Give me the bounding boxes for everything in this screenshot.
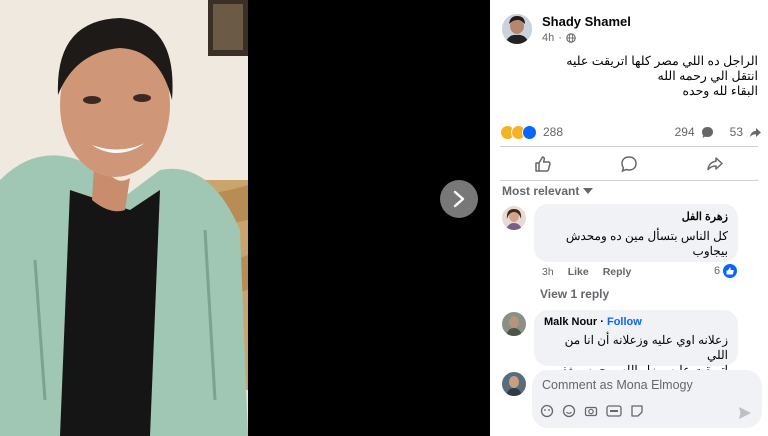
comment-bubble: Malk Nour · Follow زعلانه اوي عليه وزعلا… (534, 310, 738, 392)
sort-label: Most relevant (502, 184, 580, 198)
post-text: الراجل ده اللي مصر كلها اتريقت عليه انتق… (508, 54, 758, 99)
reactions-count[interactable]: 288 (543, 125, 563, 139)
globe-icon (566, 33, 576, 43)
thumbs-up-icon (535, 156, 551, 172)
comment-reply-link[interactable]: Reply (603, 266, 632, 278)
reactions-bar: 288 294 53 (500, 124, 762, 140)
composer-tools (540, 404, 644, 418)
reaction-icons[interactable] (500, 124, 537, 140)
comment-button[interactable] (599, 151, 659, 177)
view-replies-link[interactable]: View 1 reply (540, 287, 609, 301)
post-header: Shady Shamel 4h · (502, 14, 631, 44)
post-actions (500, 150, 758, 178)
next-photo-button[interactable] (440, 180, 478, 218)
post-text-line: انتقل الي رحمه الله (657, 69, 758, 83)
comment-composer: Comment as Mona Elmogy (500, 368, 762, 430)
photo-viewer (0, 0, 490, 436)
share-icon (750, 127, 761, 137)
comment-meta: 3h Like Reply (542, 266, 631, 278)
commenter-avatar[interactable] (502, 312, 526, 336)
post-text-line: الراجل ده اللي مصر كلها اتريقت عليه (566, 54, 758, 68)
commenter-name[interactable]: زهرة الفل (544, 210, 728, 223)
post-photo (0, 0, 248, 436)
like-button[interactable] (513, 151, 573, 177)
send-icon (739, 407, 751, 419)
emoji-icon[interactable] (562, 404, 576, 418)
chevron-right-icon (453, 190, 465, 208)
comment-sort-dropdown[interactable]: Most relevant (502, 184, 594, 198)
avatar-image (502, 14, 532, 44)
share-arrow-icon (707, 157, 723, 171)
commenter-avatar[interactable] (502, 206, 526, 230)
comment-bubble: زهرة الفل كل الناس بتسأل مين ده ومحدش بي… (534, 204, 738, 262)
photo-illustration (0, 0, 248, 436)
comment-text: زعلانه اوي عليه وزعلانه أن انا من اللي (564, 333, 728, 362)
avatar-image (502, 206, 526, 230)
camera-icon[interactable] (584, 404, 598, 418)
post-time[interactable]: 4h (542, 32, 554, 44)
comment-like-link[interactable]: Like (568, 266, 589, 278)
caret-down-icon (583, 188, 594, 194)
comment-input-box[interactable]: Comment as Mona Elmogy (532, 370, 762, 428)
shares-count[interactable]: 53 (730, 125, 743, 139)
commenter-name[interactable]: Malk Nour (544, 316, 597, 328)
avatar-image (502, 312, 526, 336)
comments-count[interactable]: 294 (675, 125, 695, 139)
divider (500, 146, 758, 147)
comment-input[interactable]: Comment as Mona Elmogy (542, 378, 693, 392)
like-reaction-icon (522, 124, 537, 140)
share-button[interactable] (685, 151, 745, 177)
gif-icon[interactable] (606, 404, 622, 418)
like-badge-icon (723, 264, 738, 278)
comment-icon (621, 156, 637, 173)
comment-bubble-icon (701, 126, 713, 138)
separator-dot: · (600, 316, 607, 328)
avatar-sticker-icon[interactable] (540, 404, 554, 418)
comment-time[interactable]: 3h (542, 266, 554, 278)
send-button[interactable] (738, 406, 752, 425)
viewer-avatar[interactable] (502, 372, 526, 396)
author-name[interactable]: Shady Shamel (542, 14, 631, 29)
comment-text: كل الناس بتسأل مين ده ومحدش (565, 229, 728, 243)
comment-likes-number: 6 (714, 265, 721, 277)
divider (500, 180, 758, 181)
comment-like-count[interactable]: 6 (714, 264, 738, 278)
author-avatar[interactable] (502, 14, 532, 44)
separator-dot: · (558, 32, 562, 44)
post-text-line: البقاء لله وحده (682, 84, 758, 98)
post-sidebar: Shady Shamel 4h · الراجل ده اللي مصر كله… (490, 0, 768, 436)
comment-text: بيجاوب (692, 244, 728, 258)
avatar-image (502, 372, 526, 396)
sticker-icon[interactable] (630, 404, 644, 418)
follow-button[interactable]: Follow (607, 316, 642, 328)
